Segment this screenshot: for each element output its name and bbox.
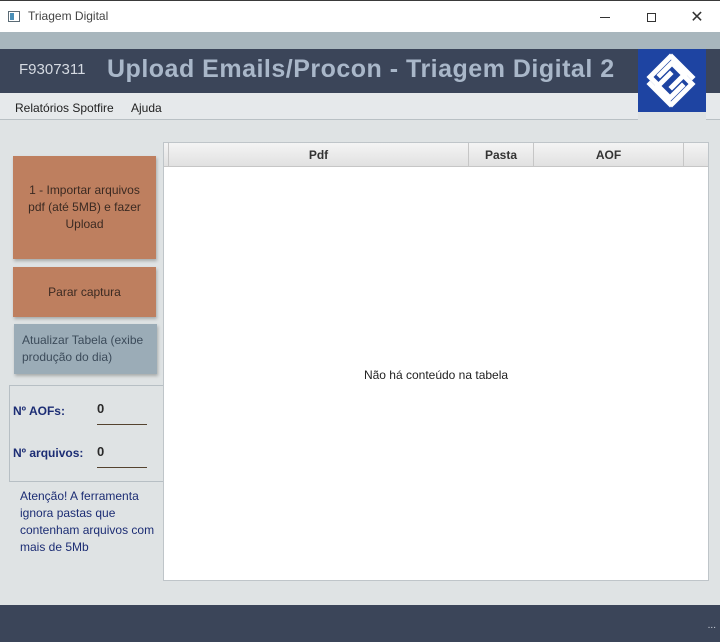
- counters-panel: Nº AOFs: 0 Nº arquivos: 0: [9, 385, 164, 482]
- banco-do-brasil-logo: [638, 49, 706, 112]
- logo-icon: [646, 53, 696, 108]
- files-count-underline: [97, 467, 147, 468]
- table-empty-message: Não há conteúdo na tabela: [363, 368, 509, 382]
- footer-bar: ...: [0, 605, 720, 642]
- import-upload-button[interactable]: 1 - Importar arquivos pdf (até 5MB) e fa…: [13, 156, 156, 259]
- maximize-icon: [646, 12, 656, 22]
- app-header: F9307311 Upload Emails/Procon - Triagem …: [0, 49, 720, 93]
- aofs-count-underline: [97, 424, 147, 425]
- header-strip: [0, 32, 720, 49]
- maximize-button[interactable]: [628, 5, 674, 29]
- menu-bar-end: [706, 93, 720, 120]
- window-title: Triagem Digital: [28, 9, 109, 23]
- column-header-pasta[interactable]: Pasta: [469, 143, 534, 166]
- menu-item-help[interactable]: Ajuda: [131, 101, 162, 115]
- page-title: Upload Emails/Procon - Triagem Digital 2: [107, 55, 615, 83]
- files-count-label: Nº arquivos:: [13, 446, 84, 460]
- aofs-count-label: Nº AOFs:: [13, 404, 65, 418]
- refresh-table-button[interactable]: Atualizar Tabela (exibe produção do dia): [14, 324, 157, 374]
- aofs-count-value: 0: [97, 401, 105, 416]
- files-table[interactable]: Pdf Pasta AOF Não há conteúdo na tabela: [163, 142, 709, 581]
- stop-capture-button[interactable]: Parar captura: [13, 267, 156, 317]
- close-button[interactable]: ✕: [674, 5, 720, 29]
- menu-item-spotfire-reports[interactable]: Relatórios Spotfire: [15, 101, 114, 115]
- minimize-button[interactable]: [582, 5, 628, 29]
- footer-overflow: ...: [707, 620, 716, 631]
- column-header-aof[interactable]: AOF: [534, 143, 684, 166]
- column-header-pdf[interactable]: Pdf: [168, 143, 469, 166]
- user-code: F9307311: [19, 61, 86, 78]
- files-count-value: 0: [97, 444, 105, 459]
- close-icon: ✕: [690, 7, 704, 26]
- minimize-icon: [600, 16, 610, 18]
- file-size-warning: Atenção! A ferramenta ignora pastas que …: [20, 489, 155, 554]
- window-titlebar: Triagem Digital ✕: [0, 0, 720, 32]
- app-window-icon: [8, 11, 20, 22]
- table-header: Pdf Pasta AOF: [164, 143, 708, 167]
- menu-bar: Relatórios Spotfire Ajuda: [0, 93, 638, 120]
